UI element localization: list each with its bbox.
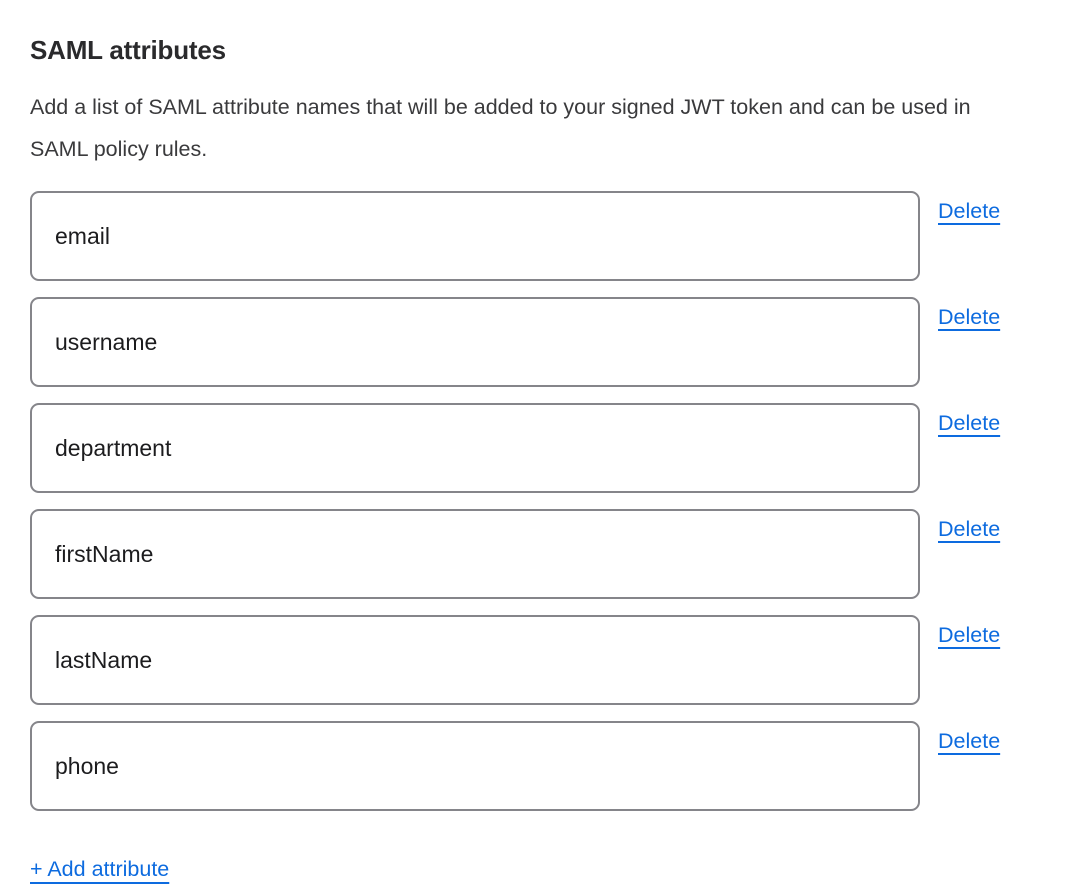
attribute-input-username[interactable]	[30, 297, 920, 387]
add-attribute-link[interactable]: + Add attribute	[30, 856, 169, 882]
attribute-row: Delete	[30, 191, 1036, 281]
delete-attribute-link[interactable]: Delete	[938, 622, 1000, 648]
page-title: SAML attributes	[30, 34, 1036, 66]
delete-attribute-link[interactable]: Delete	[938, 198, 1000, 224]
delete-attribute-link[interactable]: Delete	[938, 516, 1000, 542]
saml-attributes-section: SAML attributes Add a list of SAML attri…	[0, 0, 1066, 882]
attribute-row: Delete	[30, 403, 1036, 493]
attribute-list: Delete Delete Delete Delete Delete Delet…	[30, 191, 1036, 811]
section-description: Add a list of SAML attribute names that …	[30, 86, 1030, 170]
delete-attribute-link[interactable]: Delete	[938, 304, 1000, 330]
delete-attribute-link[interactable]: Delete	[938, 728, 1000, 754]
attribute-row: Delete	[30, 615, 1036, 705]
attribute-input-firstname[interactable]	[30, 509, 920, 599]
attribute-row: Delete	[30, 297, 1036, 387]
attribute-row: Delete	[30, 721, 1036, 811]
attribute-input-phone[interactable]	[30, 721, 920, 811]
delete-attribute-link[interactable]: Delete	[938, 410, 1000, 436]
attribute-input-lastname[interactable]	[30, 615, 920, 705]
attribute-input-email[interactable]	[30, 191, 920, 281]
attribute-row: Delete	[30, 509, 1036, 599]
attribute-input-department[interactable]	[30, 403, 920, 493]
